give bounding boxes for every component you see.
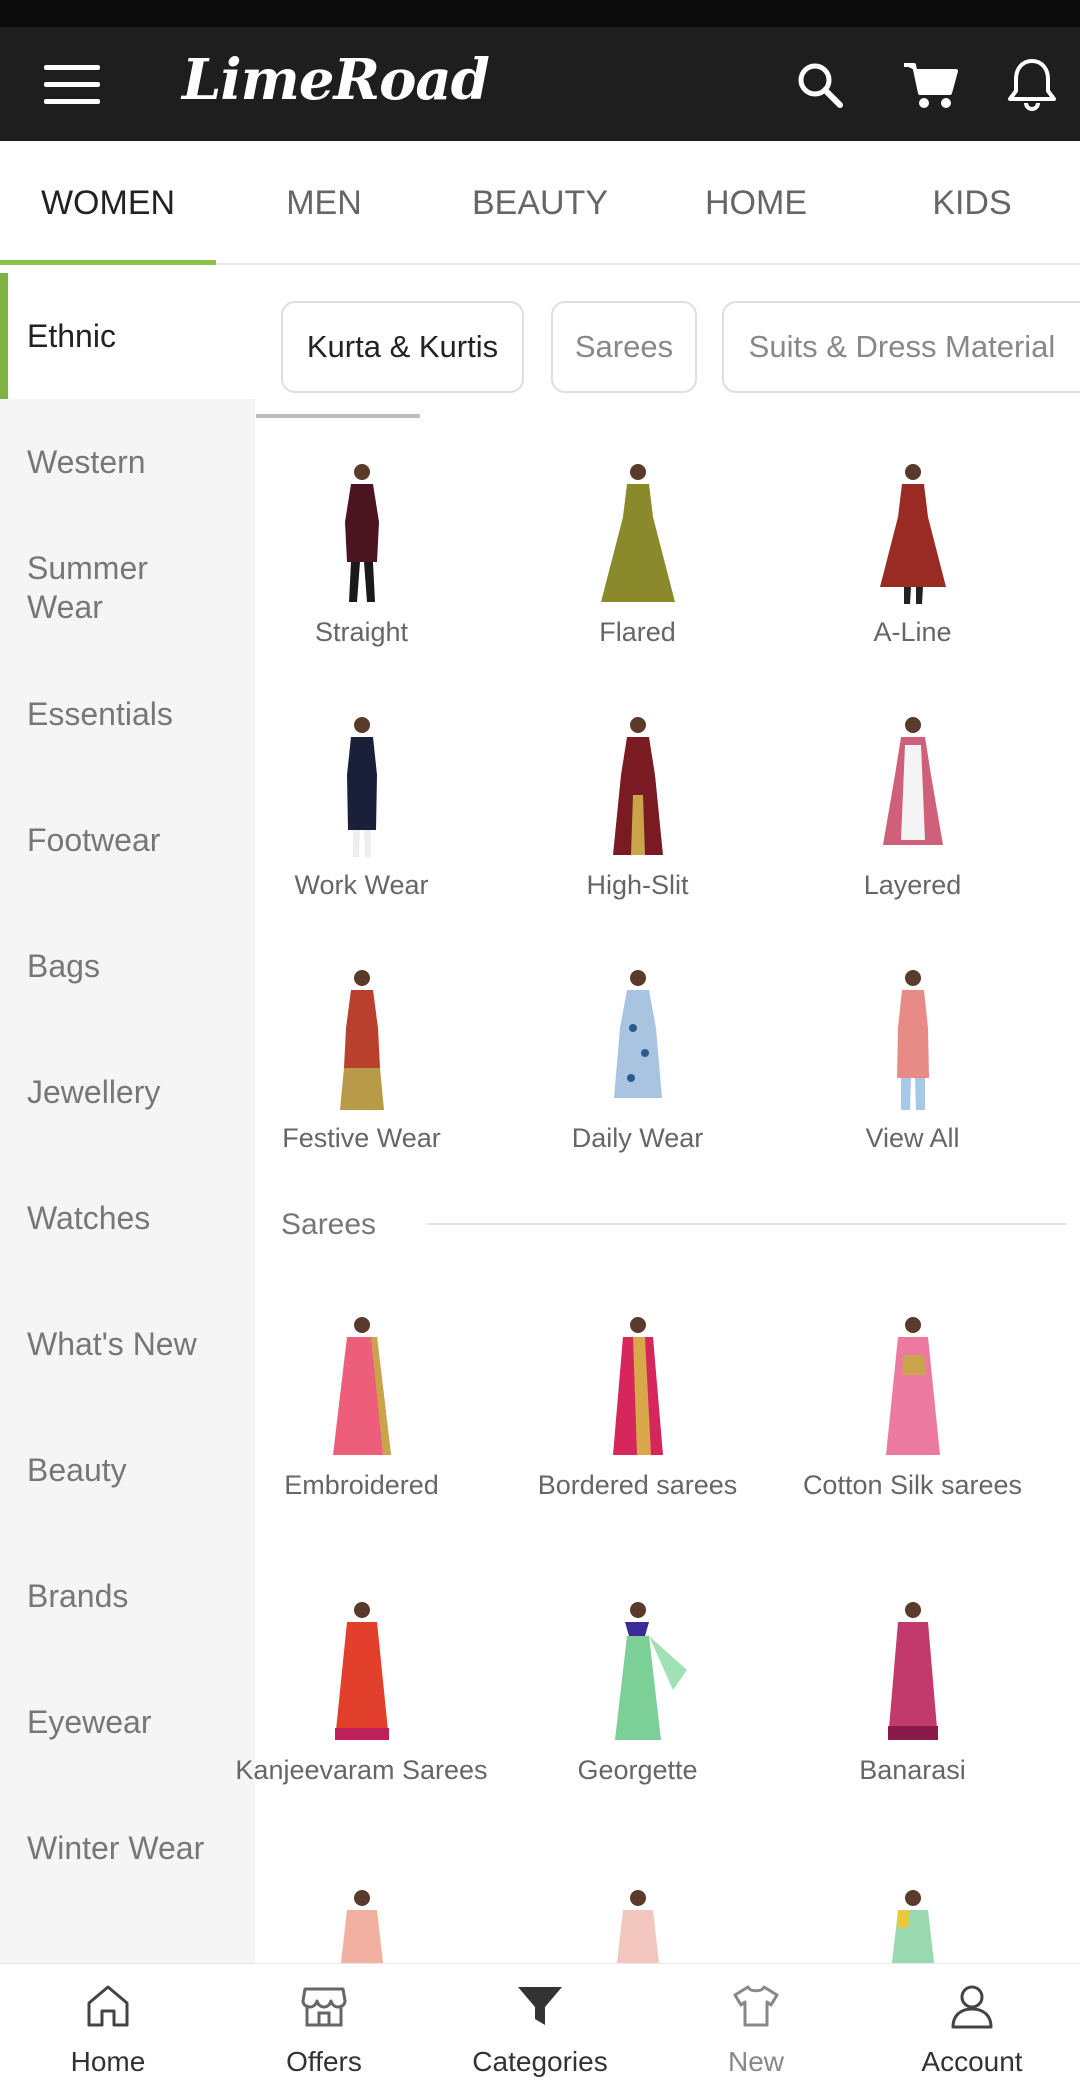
sidebar-item-beauty[interactable]: Beauty — [0, 1407, 255, 1533]
nav-label: Home — [70, 2046, 146, 2077]
filter-icon — [518, 1987, 562, 2025]
sidebar-item-essentials[interactable]: Essentials — [0, 651, 255, 777]
saree-image — [334, 1602, 389, 1740]
kurta-image — [344, 464, 379, 602]
sidebar: Ethnic Western Summer Wear Essentials Fo… — [0, 273, 255, 1963]
logo[interactable]: LimeRoad — [182, 47, 490, 113]
sidebar-item-whats-new[interactable]: What's New — [0, 1281, 255, 1407]
category-tile-embroidered[interactable]: Embroidered — [224, 1315, 499, 1502]
tab-beauty[interactable]: BEAUTY — [432, 141, 648, 265]
saree-image — [612, 1317, 663, 1455]
saree-image — [887, 1602, 938, 1740]
tile-label: A-Line — [873, 617, 952, 647]
kurta-image — [613, 970, 662, 1098]
section-title-sarees: Sarees — [281, 1208, 377, 1241]
category-tile-kanjeevaram-sarees[interactable]: Kanjeevaram Sarees — [224, 1600, 499, 1787]
tab-home[interactable]: HOME — [648, 141, 864, 265]
nav-label: Offers — [286, 2046, 362, 2077]
tab-women[interactable]: WOMEN — [0, 141, 216, 265]
tile-label: View All — [865, 1123, 960, 1153]
sidebar-item-footwear[interactable]: Footwear — [0, 777, 255, 903]
category-tile-banarasi[interactable]: Banarasi — [775, 1600, 1050, 1787]
sidebar-item-summer-wear[interactable]: Summer Wear — [0, 525, 200, 651]
sidebar-item-western[interactable]: Western — [0, 399, 255, 525]
bell-icon[interactable] — [1002, 55, 1062, 115]
kurta-image — [600, 464, 675, 602]
tile-label: Daily Wear — [571, 1123, 704, 1153]
tile-label: Festive Wear — [282, 1123, 441, 1153]
saree-image — [332, 1317, 391, 1455]
tile-label: Bordered sarees — [537, 1470, 738, 1500]
status-bar — [0, 0, 1080, 27]
search-icon[interactable] — [790, 55, 850, 115]
tile-label: Straight — [314, 617, 409, 647]
tile-label: Georgette — [577, 1755, 698, 1785]
category-tile-work-wear[interactable]: Work Wear — [224, 715, 499, 902]
user-icon — [951, 1985, 993, 2029]
tile-label: Embroidered — [284, 1470, 439, 1500]
nav-label: New — [727, 2046, 784, 2077]
tile-label: Layered — [863, 870, 962, 900]
category-tile-festive-wear[interactable]: Festive Wear — [224, 968, 499, 1155]
home-icon — [87, 1985, 129, 2027]
category-tile-daily-wear[interactable]: Daily Wear — [500, 968, 775, 1155]
tab-men[interactable]: MEN — [216, 141, 432, 265]
category-tile-bordered-sarees[interactable]: Bordered sarees — [500, 1315, 775, 1502]
menu-icon[interactable] — [44, 61, 100, 107]
kurta-image — [346, 717, 377, 857]
app-bar: LimeRoad — [0, 27, 1080, 141]
chip-suits-dress-material[interactable]: Suits & Dress Material — [722, 301, 1080, 393]
chip-sarees[interactable]: Sarees — [551, 301, 697, 393]
top-category-tabs: WOMEN MEN BEAUTY HOME KIDS — [0, 141, 1080, 265]
tshirt-icon — [733, 1985, 779, 2027]
sidebar-item-brands[interactable]: Brands — [0, 1533, 255, 1659]
tile-label: Banarasi — [859, 1755, 966, 1785]
sidebar-item-winter-wear[interactable]: Winter Wear — [0, 1785, 255, 1911]
active-tab-indicator — [0, 260, 216, 265]
category-tile-high-slit[interactable]: High-Slit — [500, 715, 775, 902]
nav-home[interactable]: Home — [0, 1964, 216, 2092]
category-tile-a-line[interactable]: A-Line — [775, 462, 1050, 649]
section-divider — [427, 1223, 1067, 1225]
sidebar-item-jewellery[interactable]: Jewellery — [0, 1029, 255, 1155]
kurta-image — [879, 464, 946, 604]
tile-label: Flared — [599, 617, 676, 647]
tile-label: Kanjeevaram Sarees — [235, 1755, 488, 1785]
category-tile-flared[interactable]: Flared — [500, 462, 775, 649]
nav-new[interactable]: New — [648, 1964, 864, 2092]
chip-scroll-indicator — [256, 414, 420, 418]
saree-image — [614, 1602, 687, 1740]
sidebar-item-ethnic[interactable]: Ethnic — [0, 273, 255, 399]
kurta-image — [612, 717, 663, 855]
nav-label: Categories — [472, 2046, 608, 2077]
category-tile-georgette[interactable]: Georgette — [500, 1600, 775, 1787]
nav-label: Account — [921, 2046, 1023, 2077]
category-tile-layered[interactable]: Layered — [775, 715, 1050, 902]
cart-icon[interactable] — [900, 55, 960, 115]
kurta-image — [896, 970, 929, 1110]
saree-image-partial — [341, 1890, 383, 1963]
saree-image — [885, 1317, 940, 1455]
category-tile-cotton-silk-sarees[interactable]: Cotton Silk sarees — [775, 1315, 1050, 1502]
store-icon — [301, 1987, 347, 2027]
chip-kurta-kurtis[interactable]: Kurta & Kurtis — [281, 301, 524, 393]
sidebar-item-bags[interactable]: Bags — [0, 903, 255, 1029]
sidebar-item-watches[interactable]: Watches — [0, 1155, 255, 1281]
nav-categories[interactable]: Categories — [432, 1964, 648, 2092]
nav-offers[interactable]: Offers — [216, 1964, 432, 2092]
tab-kids[interactable]: KIDS — [864, 141, 1080, 265]
sidebar-item-eyewear[interactable]: Eyewear — [0, 1659, 255, 1785]
saree-image-partial — [892, 1890, 934, 1963]
tile-label: Cotton Silk sarees — [802, 1470, 1023, 1500]
tile-label: High-Slit — [586, 870, 689, 900]
saree-image-partial — [617, 1890, 659, 1963]
kurta-image — [882, 717, 943, 845]
bottom-navigation: Home Offers Categories New Account — [0, 1963, 1080, 2092]
category-tile-straight[interactable]: Straight — [224, 462, 499, 649]
kurta-image — [339, 970, 384, 1110]
category-tile-view-all[interactable]: View All — [775, 968, 1050, 1155]
tile-label: Work Wear — [294, 870, 429, 900]
nav-account[interactable]: Account — [864, 1964, 1080, 2092]
